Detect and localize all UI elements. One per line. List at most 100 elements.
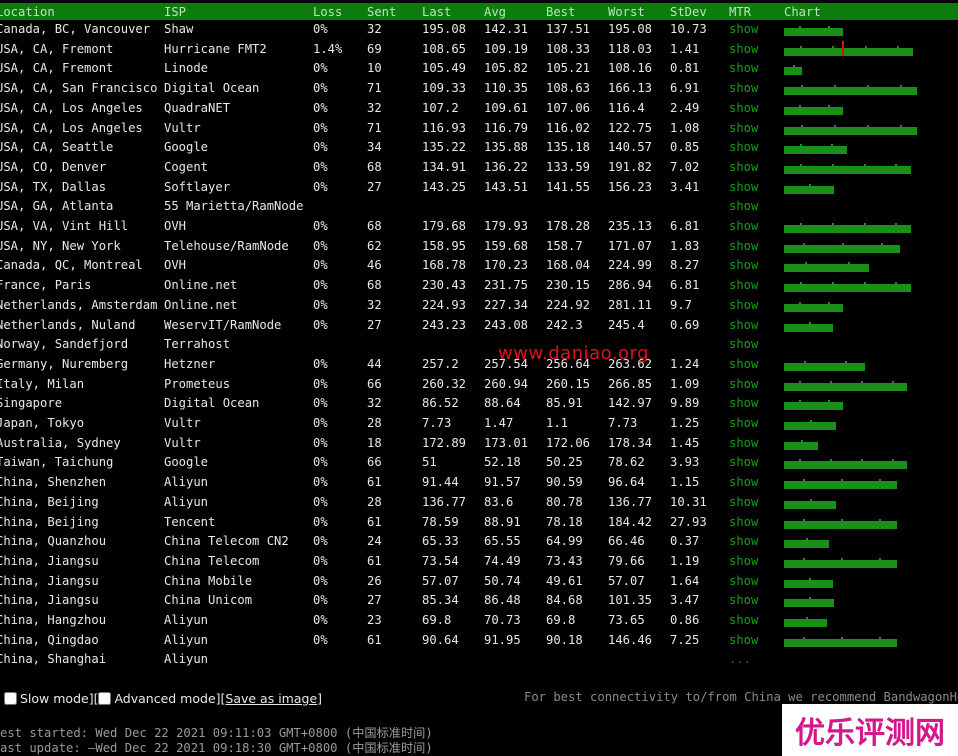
stdev-cell: 2.49 <box>670 100 700 115</box>
avg-cell: 179.93 <box>484 219 529 233</box>
best-cell: 80.78 <box>546 494 583 509</box>
location-cell: Netherlands, Nuland <box>0 317 136 332</box>
latency-spike <box>867 124 869 127</box>
latency-chart <box>784 336 924 354</box>
latency-spike <box>831 144 833 147</box>
isp-cell: Online.net <box>164 278 238 293</box>
advanced-mode-checkbox[interactable] <box>98 692 112 705</box>
loss-cell: 0% <box>313 494 328 509</box>
latency-chart <box>784 238 924 256</box>
latency-spike <box>832 223 834 225</box>
latency-spike <box>834 85 836 88</box>
mtr-show-link[interactable]: show <box>729 22 758 36</box>
latency-bar <box>784 500 836 509</box>
last-cell: 224.93 <box>422 297 467 312</box>
last-cell: 172.89 <box>422 435 467 450</box>
latency-spike <box>799 459 801 462</box>
table-row: China, Beijing Aliyun 0% 28 136.77 83.6 80.78 1… <box>0 494 958 513</box>
latency-spike <box>895 163 897 166</box>
mtr-show-link[interactable]: show <box>729 436 758 450</box>
mtr-show-link[interactable]: show <box>729 357 758 371</box>
mtr-show-link[interactable]: show <box>729 42 758 56</box>
isp-cell: Aliyun <box>164 494 209 509</box>
worst-cell: 166.13 <box>608 81 653 96</box>
latency-chart <box>784 21 924 39</box>
stdev-cell: 1.83 <box>670 238 700 253</box>
mtr-show-link[interactable]: show <box>729 140 758 154</box>
latency-spike <box>828 301 830 304</box>
sent-cell: 61 <box>367 553 382 568</box>
latency-spike <box>832 282 834 285</box>
mtr-show-link[interactable]: show <box>729 81 758 95</box>
latency-bar <box>784 382 907 391</box>
latency-spike <box>864 223 866 225</box>
mtr-show-link[interactable]: show <box>729 574 758 588</box>
latency-chart <box>784 100 924 118</box>
mtr-show-link[interactable]: show <box>729 475 758 489</box>
latency-bar <box>784 559 897 568</box>
mtr-show-link[interactable]: show <box>729 593 758 607</box>
mtr-show-link[interactable]: show <box>729 160 758 174</box>
mtr-show-link[interactable]: show <box>729 278 758 292</box>
mtr-show-link[interactable]: show <box>729 121 758 135</box>
latency-spike <box>800 163 802 166</box>
mtr-show-link[interactable]: show <box>729 554 758 568</box>
mtr-show-link[interactable]: show <box>729 318 758 332</box>
mtr-show-link[interactable]: show <box>729 495 758 509</box>
slow-mode-checkbox[interactable] <box>4 692 17 705</box>
location-cell: USA, GA, Atlanta <box>0 199 114 214</box>
loss-cell: 0% <box>313 376 328 391</box>
mtr-show-link[interactable]: show <box>729 613 758 627</box>
mtr-show-link[interactable]: show <box>729 101 758 115</box>
worst-cell: 136.77 <box>608 494 653 509</box>
latency-spike <box>832 163 834 166</box>
worst-cell: 184.42 <box>608 514 653 529</box>
latency-chart <box>784 218 924 236</box>
latency-bar <box>784 599 834 608</box>
header-worst: Worst <box>608 5 645 19</box>
mtr-show-link[interactable]: show <box>729 534 758 548</box>
avg-cell: 136.22 <box>484 159 529 174</box>
mtr-show-link[interactable]: show <box>729 258 758 272</box>
avg-cell: 52.18 <box>484 455 521 470</box>
mtr-show-link[interactable]: show <box>729 633 758 647</box>
latency-chart <box>784 553 924 571</box>
mtr-show-link[interactable]: show <box>729 61 758 75</box>
mtr-show-link[interactable]: show <box>729 219 758 233</box>
loss-cell: 0% <box>313 297 328 312</box>
latency-spike <box>867 85 869 88</box>
loss-cell: 0% <box>313 593 328 608</box>
latency-bar <box>784 47 913 56</box>
worst-cell: 286.94 <box>608 278 653 293</box>
sent-cell: 61 <box>367 475 382 490</box>
location-cell: China, Jiangsu <box>0 593 99 608</box>
loss-cell: 0% <box>313 219 328 233</box>
table-row: Italy, Milan Prometeus 0% 66 260.32 260.94 260… <box>0 376 958 395</box>
sent-cell: 28 <box>367 416 382 430</box>
avg-cell: 50.74 <box>484 573 521 588</box>
latency-spike <box>842 242 844 245</box>
mtr-show-link[interactable]: show <box>729 377 758 391</box>
table-row: USA, GA, Atlanta 55 Marietta/RamNode show <box>0 198 958 217</box>
mtr-show-link[interactable]: show <box>729 298 758 312</box>
save-as-image-link[interactable]: Save as image <box>225 691 317 706</box>
stdev-cell: 1.09 <box>670 376 700 391</box>
table-row: Netherlands, Nuland WeservIT/RamNode 0% 27 2… <box>0 317 958 336</box>
mtr-show-link[interactable]: show <box>729 180 758 194</box>
sent-cell: 71 <box>367 120 382 135</box>
latency-chart <box>784 198 924 216</box>
latency-bar <box>784 185 834 194</box>
mtr-show-link[interactable]: show <box>729 337 758 351</box>
latency-spike <box>832 45 834 48</box>
mtr-show-link[interactable]: show <box>729 455 758 469</box>
latency-chart <box>784 474 924 492</box>
worst-cell: 78.62 <box>608 455 645 470</box>
mtr-show-link[interactable]: show <box>729 396 758 410</box>
mtr-show-link[interactable]: show <box>729 515 758 529</box>
isp-cell: Google <box>164 140 209 155</box>
latency-bar <box>784 28 843 36</box>
mtr-show-link[interactable]: show <box>729 416 758 430</box>
mtr-show-link[interactable]: show <box>729 199 758 213</box>
mtr-show-link[interactable]: show <box>729 239 758 253</box>
avg-cell: 91.57 <box>484 475 521 490</box>
